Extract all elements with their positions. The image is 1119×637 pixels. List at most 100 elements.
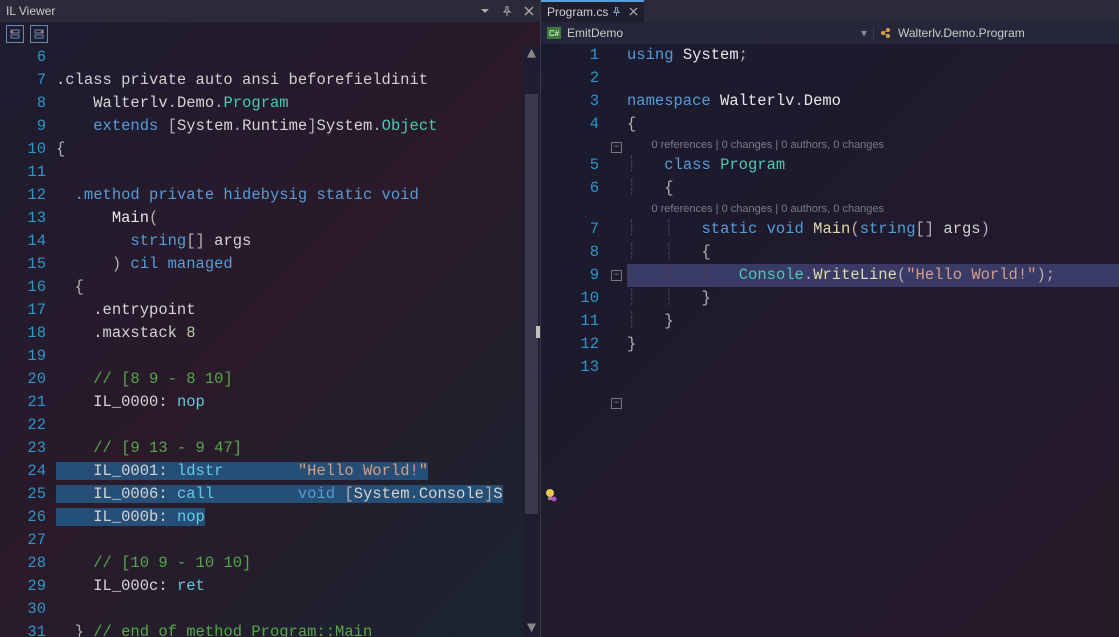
chevron-down-icon[interactable]: ▾ (861, 26, 867, 40)
toolbar-button-2[interactable] (30, 25, 48, 43)
line-number: 4 (559, 113, 599, 136)
scroll-down-icon[interactable]: ▼ (523, 620, 540, 637)
line-number: 9 (0, 115, 46, 138)
code-line[interactable]: ) cil managed (56, 253, 523, 276)
code-line[interactable]: .maxstack 8 (56, 322, 523, 345)
code-line[interactable]: { (56, 138, 523, 161)
line-number: 12 (559, 333, 599, 356)
close-icon[interactable] (518, 0, 540, 22)
csharp-icon: C# (547, 27, 561, 39)
il-scrollbar[interactable]: ▲ ▼ (523, 46, 540, 637)
line-number: 6 (0, 46, 46, 69)
il-viewer-toolbar (0, 22, 540, 46)
line-number: 10 (0, 138, 46, 161)
line-number: 24 (0, 460, 46, 483)
code-line[interactable]: extends [System.Runtime]System.Object (56, 115, 523, 138)
code-line[interactable]: .class private auto ansi beforefieldinit (56, 69, 523, 92)
code-line[interactable]: Walterlv.Demo.Program (56, 92, 523, 115)
line-number: 19 (0, 345, 46, 368)
code-line[interactable]: .entrypoint (56, 299, 523, 322)
line-number: 8 (0, 92, 46, 115)
code-line[interactable]: } (627, 333, 1119, 356)
codelens[interactable]: 0 references | 0 changes | 0 authors, 0 … (627, 136, 1119, 154)
close-icon[interactable] (629, 5, 638, 19)
line-number: 13 (559, 356, 599, 379)
code-line[interactable]: // [10 9 - 10 10] (56, 552, 523, 575)
scroll-thumb[interactable] (525, 94, 538, 514)
line-number: 7 (0, 69, 46, 92)
code-line[interactable] (627, 356, 1119, 379)
code-line[interactable]: IL_000c: ret (56, 575, 523, 598)
code-line[interactable]: using System; (627, 44, 1119, 67)
code-line[interactable]: { (627, 113, 1119, 136)
line-number: 11 (0, 161, 46, 184)
tab-label: Program.cs (547, 5, 608, 19)
window-dropdown-icon[interactable] (474, 0, 496, 22)
code-line[interactable]: IL_0000: nop (56, 391, 523, 414)
code-line[interactable]: IL_0006: call void [System.Console]S (56, 483, 523, 506)
code-line[interactable]: ┊ } (627, 310, 1119, 333)
code-line[interactable]: ┊ ┊ { (627, 241, 1119, 264)
crumb-type[interactable]: Walterlv.Demo.Program (874, 26, 1119, 40)
code-line[interactable] (56, 598, 523, 621)
svg-text:C#: C# (549, 29, 560, 38)
codelens[interactable]: 0 references | 0 changes | 0 authors, 0 … (627, 200, 1119, 218)
line-number: 22 (0, 414, 46, 437)
lightbulb-icon[interactable] (543, 488, 557, 502)
line-number: 10 (559, 287, 599, 310)
scroll-up-icon[interactable]: ▲ (523, 46, 540, 63)
code-line[interactable]: ┊ class Program (627, 154, 1119, 177)
outline-gutter[interactable]: −−− (609, 44, 627, 637)
code-line[interactable]: } // end of method Program::Main (56, 621, 523, 637)
code-line[interactable]: .method private hidebysig static void (56, 184, 523, 207)
code-line[interactable]: ┊ { (627, 177, 1119, 200)
code-line[interactable]: // [8 9 - 8 10] (56, 368, 523, 391)
line-number: 11 (559, 310, 599, 333)
line-number: 14 (0, 230, 46, 253)
code-line[interactable]: Main( (56, 207, 523, 230)
line-number: 3 (559, 90, 599, 113)
tab-program-cs[interactable]: Program.cs (541, 0, 644, 22)
split-handle[interactable] (536, 326, 540, 338)
line-number: 8 (559, 241, 599, 264)
code-line[interactable]: ┊ ┊ static void Main(string[] args) (627, 218, 1119, 241)
code-line[interactable]: ┊ ┊ ┊ Console.WriteLine("Hello World!"); (627, 264, 1119, 287)
code-line[interactable] (56, 529, 523, 552)
pin-icon[interactable] (612, 5, 621, 19)
code-line[interactable] (56, 345, 523, 368)
il-code[interactable]: .class private auto ansi beforefieldinit… (56, 46, 523, 637)
line-number: 18 (0, 322, 46, 345)
line-number: 23 (0, 437, 46, 460)
code-line[interactable] (627, 67, 1119, 90)
code-line[interactable]: ┊ ┊ } (627, 287, 1119, 310)
pin-icon[interactable] (496, 0, 518, 22)
code-line[interactable]: { (56, 276, 523, 299)
cs-code[interactable]: using System; namespace Walterlv.Demo{ 0 … (627, 44, 1119, 637)
cs-editor[interactable]: 12345678910111213 −−− using System;names… (541, 44, 1119, 637)
class-icon (880, 27, 892, 39)
code-line[interactable]: string[] args (56, 230, 523, 253)
line-number: 13 (0, 207, 46, 230)
line-number: 31 (0, 621, 46, 637)
fold-toggle[interactable]: − (611, 398, 622, 409)
code-line[interactable]: IL_0001: ldstr "Hello World!" (56, 460, 523, 483)
breakpoint-bar[interactable] (541, 44, 559, 637)
code-line[interactable]: namespace Walterlv.Demo (627, 90, 1119, 113)
line-number: 15 (0, 253, 46, 276)
line-number: 9 (559, 264, 599, 287)
code-line[interactable] (56, 161, 523, 184)
code-line[interactable] (56, 414, 523, 437)
line-number: 20 (0, 368, 46, 391)
toolbar-button-1[interactable] (6, 25, 24, 43)
il-editor[interactable]: 6789101112131415161718192021222324252627… (0, 46, 540, 637)
line-number: 1 (559, 44, 599, 67)
crumb-project[interactable]: C# EmitDemo ▾ (541, 26, 874, 40)
code-line[interactable] (56, 46, 523, 69)
code-line[interactable]: // [9 13 - 9 47] (56, 437, 523, 460)
breadcrumb: C# EmitDemo ▾ Walterlv.Demo.Program (541, 22, 1119, 44)
code-line[interactable]: IL_000b: nop (56, 506, 523, 529)
il-viewer-title: IL Viewer (6, 4, 55, 18)
line-number: 25 (0, 483, 46, 506)
il-gutter: 6789101112131415161718192021222324252627… (0, 46, 56, 637)
fold-toggle[interactable]: − (611, 142, 622, 153)
